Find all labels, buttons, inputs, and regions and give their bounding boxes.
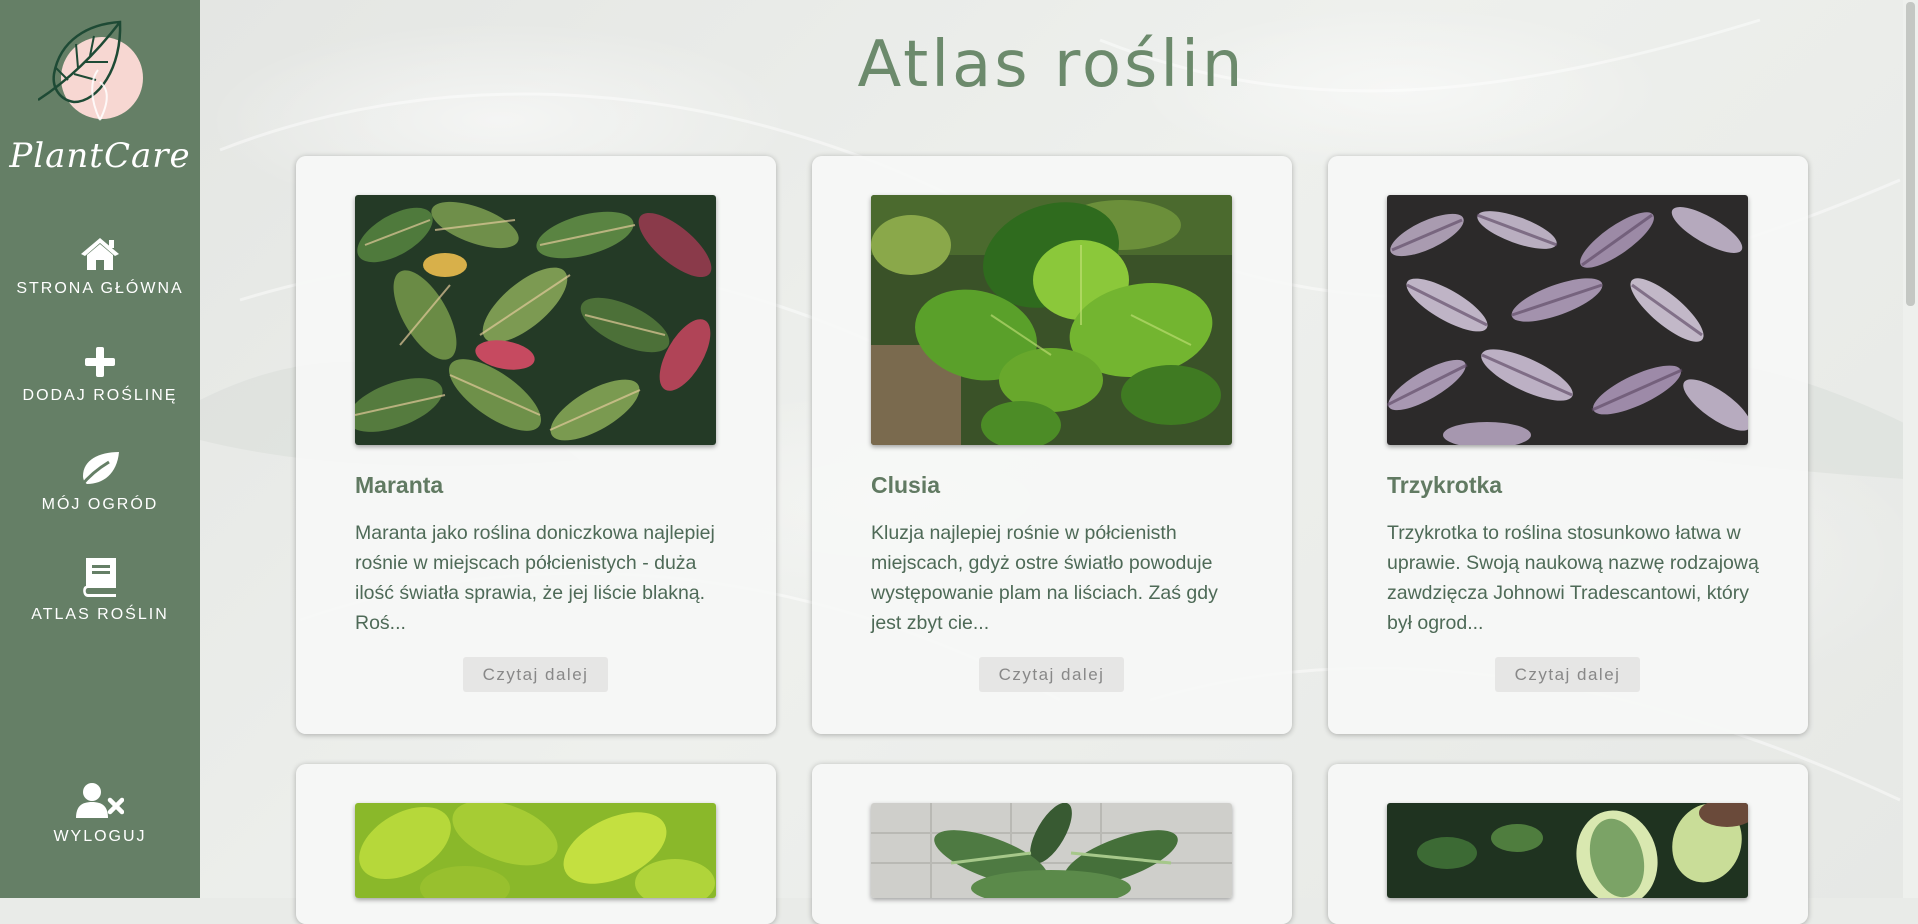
plant-description: Kluzja najlepiej rośnie w półcienisth mi…	[871, 522, 1218, 634]
plant-card: Clusia Kluzja najlepiej rośnie w półcien…	[812, 156, 1292, 734]
brand-name: PlantCare	[9, 136, 191, 176]
read-more-button[interactable]: Czytaj dalej	[979, 657, 1124, 692]
plant-name: Trzykrotka	[1387, 472, 1503, 498]
plus-icon	[85, 347, 115, 377]
user-remove-icon	[76, 783, 124, 818]
plant-image[interactable]	[1387, 195, 1748, 445]
leaf-icon	[79, 452, 119, 487]
logo[interactable]	[37, 18, 144, 122]
plant-name: Maranta	[355, 472, 444, 498]
plant-image[interactable]	[355, 195, 716, 445]
nav-item-home[interactable]: STRONA GŁÓWNA	[0, 236, 200, 298]
page-title: Atlas roślin	[857, 28, 1246, 102]
plant-card: Maranta Maranta jako roślina doniczkowa …	[296, 156, 776, 734]
logout-button[interactable]: WYLOGUJ	[0, 782, 200, 846]
plant-image[interactable]	[871, 803, 1232, 898]
home-icon	[81, 238, 119, 270]
plant-card	[296, 764, 776, 924]
scrollbar-thumb[interactable]	[1906, 2, 1915, 306]
nav-item-my-garden[interactable]: MÓJ OGRÓD	[0, 450, 200, 514]
plant-image[interactable]	[871, 195, 1232, 445]
scrollbar[interactable]	[1903, 0, 1918, 898]
nav-item-label: ATLAS ROŚLIN	[31, 606, 169, 623]
nav-item-label: DODAJ ROŚLINĘ	[22, 387, 178, 404]
plant-card	[812, 764, 1292, 924]
book-icon	[83, 558, 116, 597]
sidebar: PlantCare STRONA GŁÓWNA DODAJ ROŚLINĘ MÓ…	[0, 0, 200, 898]
nav-item-plant-atlas[interactable]: ATLAS ROŚLIN	[0, 556, 200, 624]
plant-image[interactable]	[355, 803, 716, 898]
nav-item-label: MÓJ OGRÓD	[41, 496, 159, 513]
nav-item-label: STRONA GŁÓWNA	[16, 280, 184, 297]
read-more-button[interactable]: Czytaj dalej	[1495, 657, 1640, 692]
leaf-logo-icon	[37, 20, 143, 121]
plant-description: Trzykrotka to roślina stosunkowo łatwa w…	[1387, 522, 1759, 634]
logout-label: WYLOGUJ	[53, 828, 147, 845]
read-more-button[interactable]: Czytaj dalej	[463, 657, 608, 692]
nav-item-add-plant[interactable]: DODAJ ROŚLINĘ	[0, 345, 200, 405]
plant-card	[1328, 764, 1808, 924]
plant-description: Maranta jako roślina doniczkowa najlepie…	[355, 522, 715, 634]
plant-image[interactable]	[1387, 803, 1748, 898]
plant-card: Trzykrotka Trzykrotka to roślina stosunk…	[1328, 156, 1808, 734]
plant-name: Clusia	[871, 472, 941, 498]
